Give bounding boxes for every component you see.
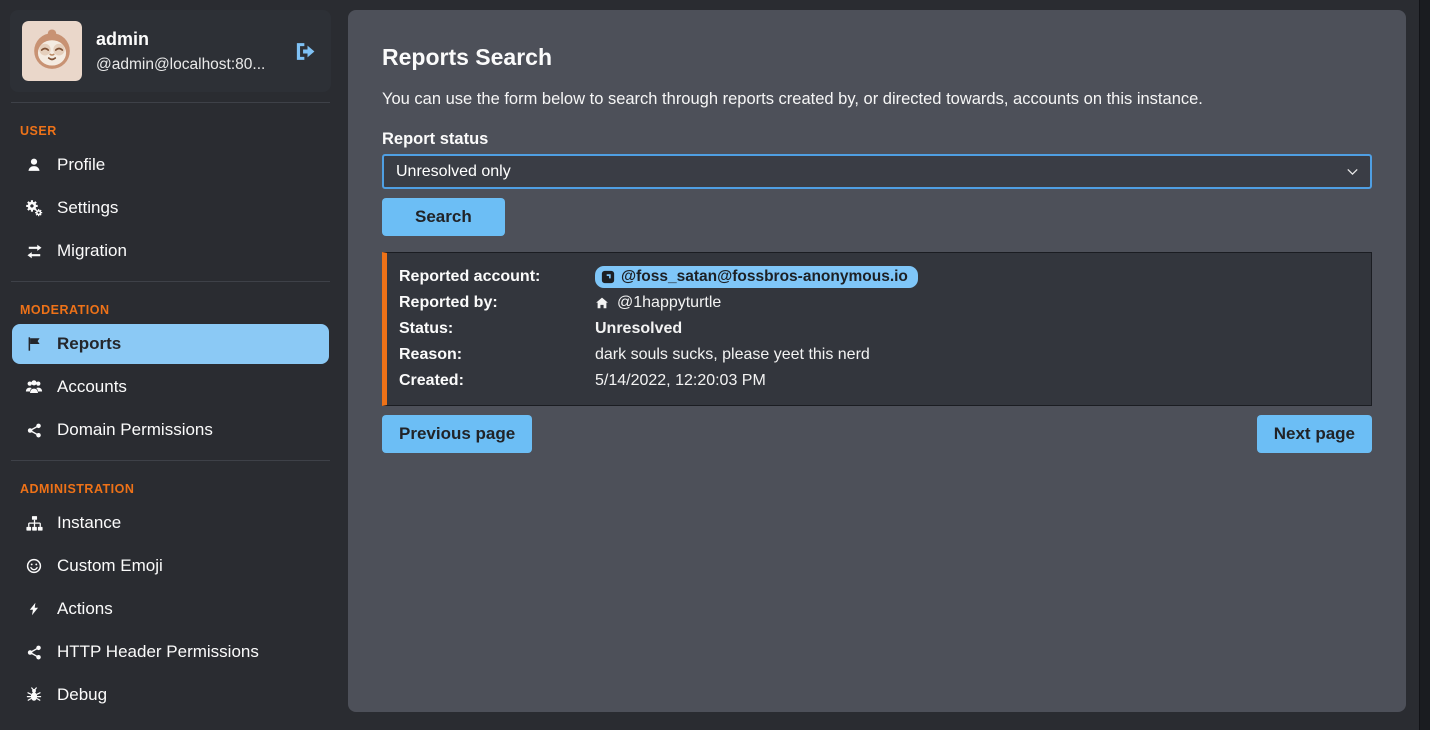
reason-label: Reason:	[399, 346, 595, 364]
sidebar-item-label: HTTP Header Permissions	[57, 642, 259, 662]
sidebar-item-domain-permissions[interactable]: Domain Permissions	[12, 410, 329, 450]
search-button[interactable]: Search	[382, 198, 505, 236]
section-header-moderation: MODERATION	[10, 292, 331, 324]
report-status-select[interactable]: Unresolved only	[382, 154, 1372, 189]
section-header-user: USER	[10, 113, 331, 145]
sidebar: admin @admin@localhost:80... USER Profil…	[0, 0, 341, 730]
sidebar-item-label: Reports	[57, 334, 121, 354]
sidebar-item-instance[interactable]: Instance	[12, 503, 329, 543]
page-title: Reports Search	[382, 44, 1372, 71]
users-icon	[24, 378, 44, 396]
sidebar-item-label: Actions	[57, 599, 113, 619]
reported-by-value: @1happyturtle	[617, 294, 721, 312]
report-status-label: Report status	[382, 130, 1372, 149]
scrollbar[interactable]	[1419, 0, 1430, 730]
report-card[interactable]: Reported account: @foss_satan@fossbros-a…	[382, 252, 1372, 406]
sidebar-item-label: Debug	[57, 685, 107, 705]
previous-page-button[interactable]: Previous page	[382, 415, 532, 453]
page-description: You can use the form below to search thr…	[382, 90, 1372, 109]
sitemap-icon	[24, 515, 44, 532]
pagination: Previous page Next page	[382, 415, 1372, 453]
sidebar-divider	[11, 281, 330, 282]
arrows-left-right-icon	[24, 243, 44, 260]
smiley-icon	[24, 558, 44, 574]
sidebar-item-migration[interactable]: Migration	[12, 231, 329, 271]
reported-by-label: Reported by:	[399, 294, 595, 312]
home-icon	[595, 296, 609, 310]
sidebar-item-custom-emoji[interactable]: Custom Emoji	[12, 546, 329, 586]
sidebar-item-accounts[interactable]: Accounts	[12, 367, 329, 407]
reason-value: dark souls sucks, please yeet this nerd	[595, 346, 1359, 364]
report-row: Created: 5/14/2022, 12:20:03 PM	[399, 368, 1359, 394]
next-page-button[interactable]: Next page	[1257, 415, 1372, 453]
reported-account-value: @foss_satan@fossbros-anonymous.io	[621, 268, 908, 286]
sidebar-item-label: Profile	[57, 155, 105, 175]
section-header-administration: ADMINISTRATION	[10, 471, 331, 503]
sidebar-item-reports[interactable]: Reports	[12, 324, 329, 364]
sidebar-item-actions[interactable]: Actions	[12, 589, 329, 629]
sidebar-item-profile[interactable]: Profile	[12, 145, 329, 185]
status-value: Unresolved	[595, 320, 1359, 338]
report-row: Reported account: @foss_satan@fossbros-a…	[399, 264, 1359, 290]
created-value: 5/14/2022, 12:20:03 PM	[595, 372, 1359, 390]
main-panel: Reports Search You can use the form belo…	[348, 10, 1406, 712]
sidebar-item-label: Accounts	[57, 377, 127, 397]
report-row: Reason: dark souls sucks, please yeet th…	[399, 342, 1359, 368]
report-row: Status: Unresolved	[399, 316, 1359, 342]
bug-icon	[24, 687, 44, 703]
user-handle: @admin@localhost:80...	[96, 56, 278, 74]
sidebar-divider	[11, 102, 330, 103]
report-status-selected-value: Unresolved only	[396, 163, 511, 181]
share-nodes-icon	[24, 423, 44, 438]
external-link-icon	[601, 270, 615, 284]
sidebar-item-label: Settings	[57, 198, 118, 218]
sign-out-icon[interactable]	[292, 38, 319, 65]
share-nodes-icon	[24, 645, 44, 660]
sidebar-item-label: Instance	[57, 513, 121, 533]
bolt-icon	[24, 601, 44, 617]
avatar	[22, 21, 82, 81]
sidebar-item-settings[interactable]: Settings	[12, 188, 329, 228]
reported-account-link[interactable]: @foss_satan@fossbros-anonymous.io	[595, 266, 918, 288]
sidebar-item-label: Migration	[57, 241, 127, 261]
sidebar-item-label: Domain Permissions	[57, 420, 213, 440]
status-label: Status:	[399, 320, 595, 338]
sidebar-item-label: Custom Emoji	[57, 556, 163, 576]
sidebar-item-http-header-permissions[interactable]: HTTP Header Permissions	[12, 632, 329, 672]
report-row: Reported by: @1happyturtle	[399, 290, 1359, 316]
sidebar-item-debug[interactable]: Debug	[12, 675, 329, 715]
user-info: admin @admin@localhost:80...	[96, 29, 278, 74]
user-card[interactable]: admin @admin@localhost:80...	[10, 10, 331, 92]
user-icon	[24, 157, 44, 173]
sidebar-divider	[11, 460, 330, 461]
reported-account-label: Reported account:	[399, 268, 595, 286]
chevron-down-icon	[1347, 168, 1358, 176]
flag-icon	[24, 336, 44, 352]
gears-icon	[24, 200, 44, 217]
created-label: Created:	[399, 372, 595, 390]
user-name: admin	[96, 29, 278, 50]
